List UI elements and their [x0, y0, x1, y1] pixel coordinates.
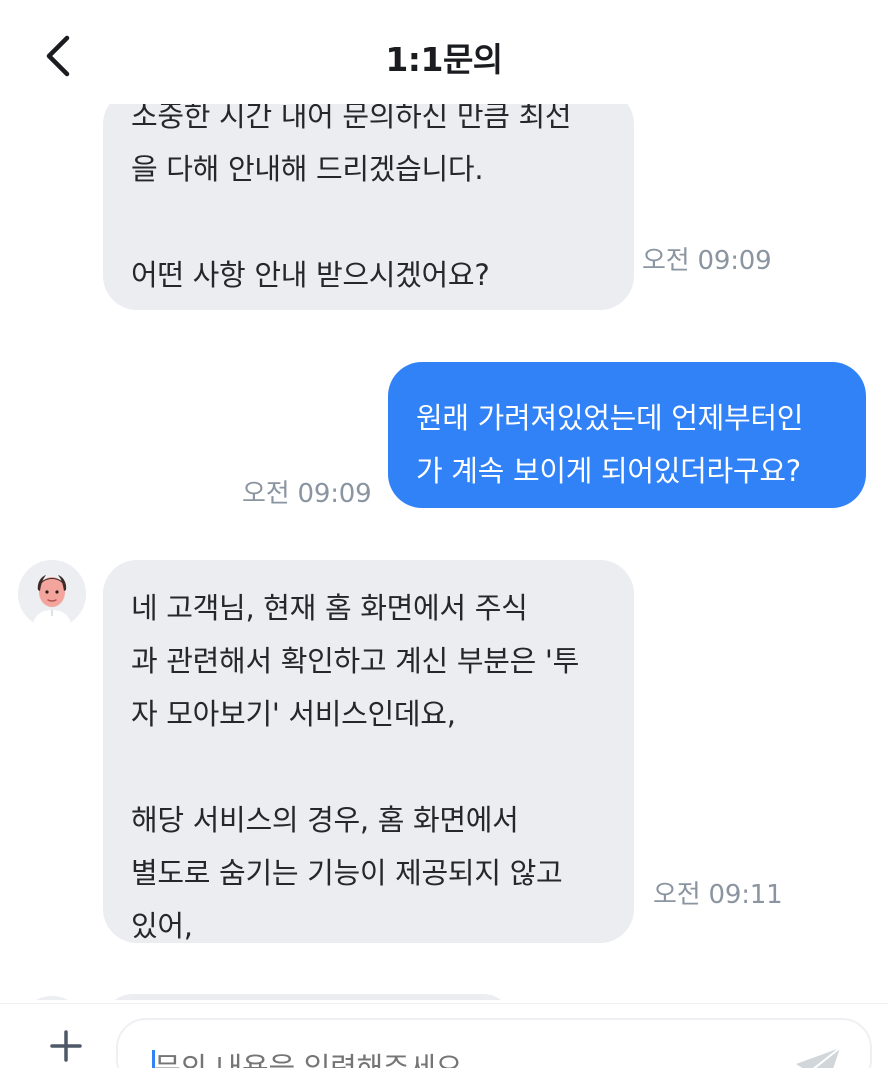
message-input[interactable] — [116, 1018, 872, 1068]
agent-message-bubble-partial — [103, 994, 513, 1000]
message-timestamp: 오전 09:11 — [653, 880, 783, 910]
agent-message-bubble: 네 고객님, 현재 홈 화면에서 주식 과 관련해서 확인하고 계신 부분은 '… — [103, 560, 634, 943]
agent-avatar — [18, 560, 86, 628]
send-icon — [796, 1047, 841, 1068]
agent-message-bubble: 소중한 시간 내어 문의하신 만큼 최선 을 다해 안내해 드리겠습니다. 어떤… — [103, 90, 634, 310]
send-button[interactable] — [792, 1044, 844, 1068]
message-list[interactable]: 소중한 시간 내어 문의하신 만큼 최선 을 다해 안내해 드리겠습니다. 어떤… — [0, 0, 888, 1000]
message-timestamp: 오전 09:09 — [242, 479, 372, 509]
header-bar: 1:1문의 — [0, 0, 888, 104]
user-message-bubble: 원래 가려져있었는데 언제부터인 가 계속 보이게 되어있더라구요? — [388, 362, 866, 508]
attach-button[interactable] — [44, 1024, 88, 1068]
plus-icon — [50, 1030, 82, 1062]
agent-avatar — [18, 996, 86, 1000]
agent-avatar-icon — [18, 560, 86, 628]
page-title: 1:1문의 — [385, 40, 503, 79]
message-input-bar — [0, 1003, 888, 1068]
chat-screen: 소중한 시간 내어 문의하신 만큼 최선 을 다해 안내해 드리겠습니다. 어떤… — [0, 0, 888, 1068]
message-timestamp: 오전 09:09 — [642, 246, 772, 276]
text-cursor — [152, 1050, 155, 1068]
